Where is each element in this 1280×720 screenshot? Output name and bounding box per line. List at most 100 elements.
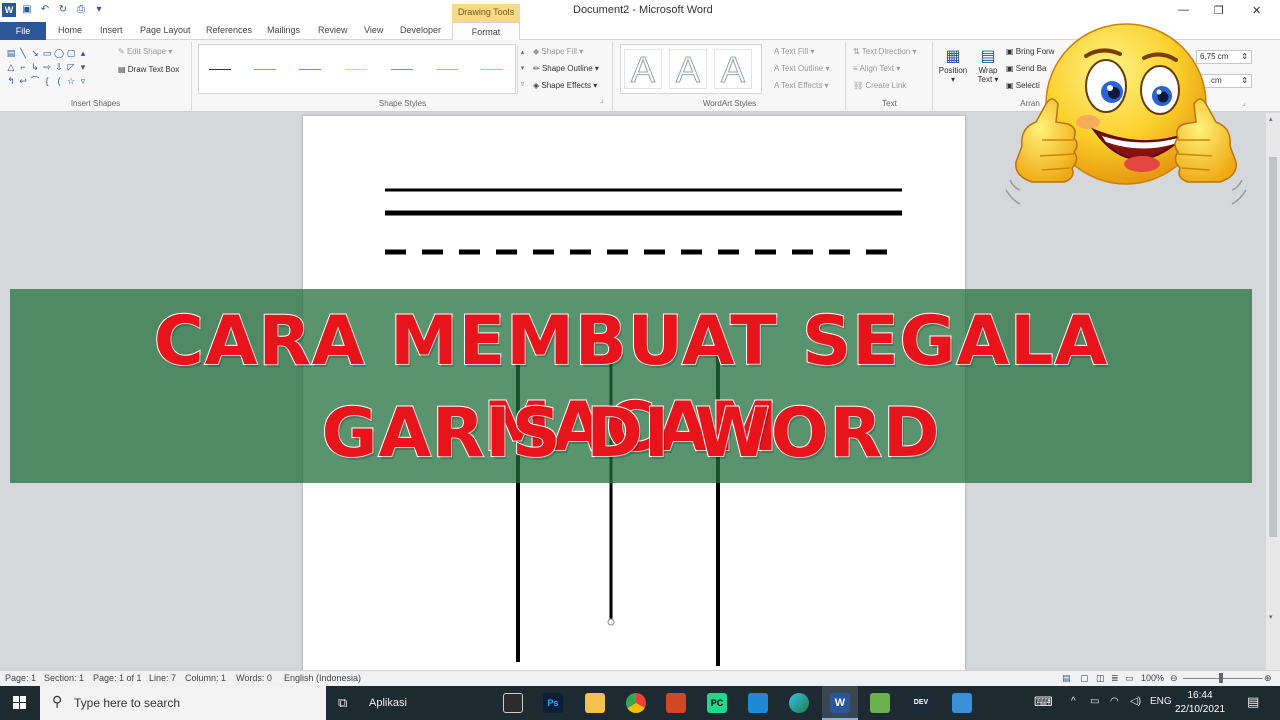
- text-outline-button[interactable]: A Text Outline ▾: [774, 64, 829, 73]
- zoom-level[interactable]: 100%: [1141, 673, 1164, 683]
- rectangle-shape-icon[interactable]: ▭: [42, 48, 52, 58]
- wrap-text-button[interactable]: ▤ Wrap Text ▾: [974, 46, 1002, 84]
- text-direction-button[interactable]: ⇅ Text Direction ▾: [853, 47, 917, 56]
- status-page[interactable]: Page: 1: [5, 673, 36, 683]
- shape-effects-button[interactable]: ◈ Shape Effects ▾: [533, 81, 597, 90]
- more-shapes-icon[interactable]: ▿: [78, 76, 88, 86]
- undo-icon[interactable]: ↶: [38, 3, 52, 17]
- task-view-icon[interactable]: ⧉: [338, 695, 347, 711]
- arc-shape-icon[interactable]: ⌒: [30, 76, 40, 86]
- triangle-shape-icon[interactable]: △: [6, 62, 16, 72]
- photos-app-icon[interactable]: [952, 693, 972, 713]
- line-style-swatch[interactable]: [481, 69, 503, 70]
- rounded-rect-shape-icon[interactable]: ▢: [66, 48, 76, 58]
- selection-handle[interactable]: [607, 618, 615, 626]
- tab-view[interactable]: View: [364, 25, 383, 35]
- line-style-swatch[interactable]: [436, 69, 458, 70]
- redo-icon[interactable]: ↻: [56, 3, 70, 17]
- shape-styles-dialog-launcher-icon[interactable]: ⌟: [600, 95, 604, 104]
- align-text-button[interactable]: ≡ Align Text ▾: [853, 64, 900, 73]
- wordart-style-item[interactable]: A: [624, 49, 662, 90]
- create-link-button[interactable]: ⛓ Create Link: [853, 81, 906, 90]
- textbox-shape-icon[interactable]: ▤: [6, 48, 16, 58]
- shapes-gallery[interactable]: ▤ ╲ ↘ ▭ ◯ ▢ ▴ △ ⌐ ↳ ⇨ ⇩ ◸ ▾ ↰ ↩ ⌒ { ( ☆ …: [6, 48, 100, 86]
- save-icon[interactable]: ▣: [20, 3, 34, 17]
- print-preview-icon[interactable]: ⎙: [74, 3, 88, 17]
- elbow-arrow-icon[interactable]: ↳: [30, 62, 40, 72]
- print-layout-view-icon[interactable]: ▤: [1062, 673, 1071, 684]
- full-screen-view-icon[interactable]: ▢: [1080, 673, 1089, 684]
- scrollbar-thumb[interactable]: [1269, 157, 1277, 537]
- web-layout-view-icon[interactable]: ◫: [1096, 673, 1105, 684]
- draft-view-icon[interactable]: ▭: [1125, 673, 1134, 684]
- line-style-swatch[interactable]: [209, 69, 231, 70]
- maximize-icon[interactable]: ❐: [1214, 4, 1224, 17]
- position-button[interactable]: ▦ Position ▾: [936, 46, 970, 84]
- wordart-style-item[interactable]: A: [669, 49, 707, 90]
- text-effects-button[interactable]: A Text Effects ▾: [774, 81, 828, 90]
- scroll-down-icon[interactable]: ▾: [78, 62, 88, 72]
- tray-overflow-icon[interactable]: ^: [1071, 696, 1076, 707]
- arrow-shape-icon[interactable]: ↘: [30, 48, 40, 58]
- bracket-shape-icon[interactable]: (: [54, 76, 64, 86]
- battery-icon[interactable]: ▭: [1090, 696, 1099, 707]
- close-icon[interactable]: ✕: [1252, 4, 1261, 17]
- edge-icon[interactable]: [789, 693, 809, 713]
- vscode-icon[interactable]: [748, 693, 768, 713]
- line-shape-icon[interactable]: ╲: [18, 48, 28, 58]
- network-icon[interactable]: ◠: [1110, 696, 1119, 707]
- text-fill-button[interactable]: A Text Fill ▾: [774, 47, 814, 56]
- curve-shape-icon[interactable]: ↰: [6, 76, 16, 86]
- keyboard-icon[interactable]: ⌨: [1034, 694, 1053, 710]
- edit-shape-button[interactable]: ✎ Edit Shape ▾: [118, 47, 172, 56]
- oval-shape-icon[interactable]: ◯: [54, 48, 64, 58]
- media-app-icon[interactable]: [503, 693, 523, 713]
- tab-home[interactable]: Home: [58, 25, 82, 35]
- volume-icon[interactable]: ◁): [1130, 696, 1141, 707]
- draw-text-box-button[interactable]: ▤ Draw Text Box: [118, 65, 179, 74]
- status-language[interactable]: English (Indonesia): [284, 673, 361, 683]
- outline-view-icon[interactable]: ≣: [1111, 673, 1119, 684]
- right-arrow-shape-icon[interactable]: ⇨: [42, 62, 52, 72]
- elbow-connector-icon[interactable]: ⌐: [18, 62, 28, 72]
- zoom-slider-thumb[interactable]: [1219, 673, 1223, 683]
- tab-references[interactable]: References: [206, 25, 252, 35]
- wordart-gallery[interactable]: A A A: [620, 44, 762, 94]
- tab-developer[interactable]: Developer: [400, 25, 441, 35]
- zoom-in-icon[interactable]: ⊕: [1264, 673, 1272, 684]
- file-explorer-icon[interactable]: [585, 693, 605, 713]
- star-shape-icon[interactable]: ☆: [66, 76, 76, 86]
- brace-shape-icon[interactable]: {: [42, 76, 52, 86]
- start-button[interactable]: [0, 686, 40, 720]
- tab-review[interactable]: Review: [318, 25, 348, 35]
- taskbar-word-active[interactable]: W: [822, 686, 858, 720]
- status-section[interactable]: Section: 1: [44, 673, 84, 683]
- status-words[interactable]: Words: 0: [236, 673, 272, 683]
- scroll-up-arrow-icon[interactable]: ▴: [1269, 115, 1273, 123]
- tab-mailings[interactable]: Mailings: [267, 25, 300, 35]
- customize-toolbar-icon[interactable]: ▾: [92, 3, 106, 17]
- line-style-swatch[interactable]: [391, 69, 413, 70]
- down-arrow-shape-icon[interactable]: ⇩: [54, 62, 64, 72]
- tab-format[interactable]: Format: [452, 22, 520, 41]
- tab-insert[interactable]: Insert: [100, 25, 123, 35]
- curved-connector-icon[interactable]: ↩: [18, 76, 28, 86]
- scroll-up-icon[interactable]: ▴: [78, 48, 88, 58]
- taskbar-clock[interactable]: 16:44 22/10/2021: [1170, 689, 1230, 717]
- minimize-icon[interactable]: —: [1178, 4, 1189, 16]
- status-column[interactable]: Column: 1: [185, 673, 226, 683]
- status-page-count[interactable]: Page: 1 of 1: [93, 673, 142, 683]
- zoom-out-icon[interactable]: ⊖: [1170, 673, 1178, 684]
- tab-file[interactable]: File: [0, 22, 46, 40]
- scroll-down-arrow-icon[interactable]: ▾: [1269, 613, 1273, 621]
- vertical-scrollbar[interactable]: ▴ ▾: [1266, 113, 1280, 670]
- status-line[interactable]: Line: 7: [149, 673, 176, 683]
- dev-app-icon[interactable]: DEV: [911, 693, 931, 713]
- notification-icon[interactable]: ▤: [1247, 694, 1259, 710]
- android-app-icon[interactable]: [870, 693, 890, 713]
- photoshop-icon[interactable]: Ps: [543, 693, 563, 713]
- pycharm-icon[interactable]: PC: [707, 693, 727, 713]
- line-style-swatch[interactable]: [345, 69, 367, 70]
- gallery-scroll-icon[interactable]: ▴ ▾ ▿: [517, 45, 527, 95]
- shape-outline-button[interactable]: ✏ Shape Outline ▾: [533, 64, 599, 73]
